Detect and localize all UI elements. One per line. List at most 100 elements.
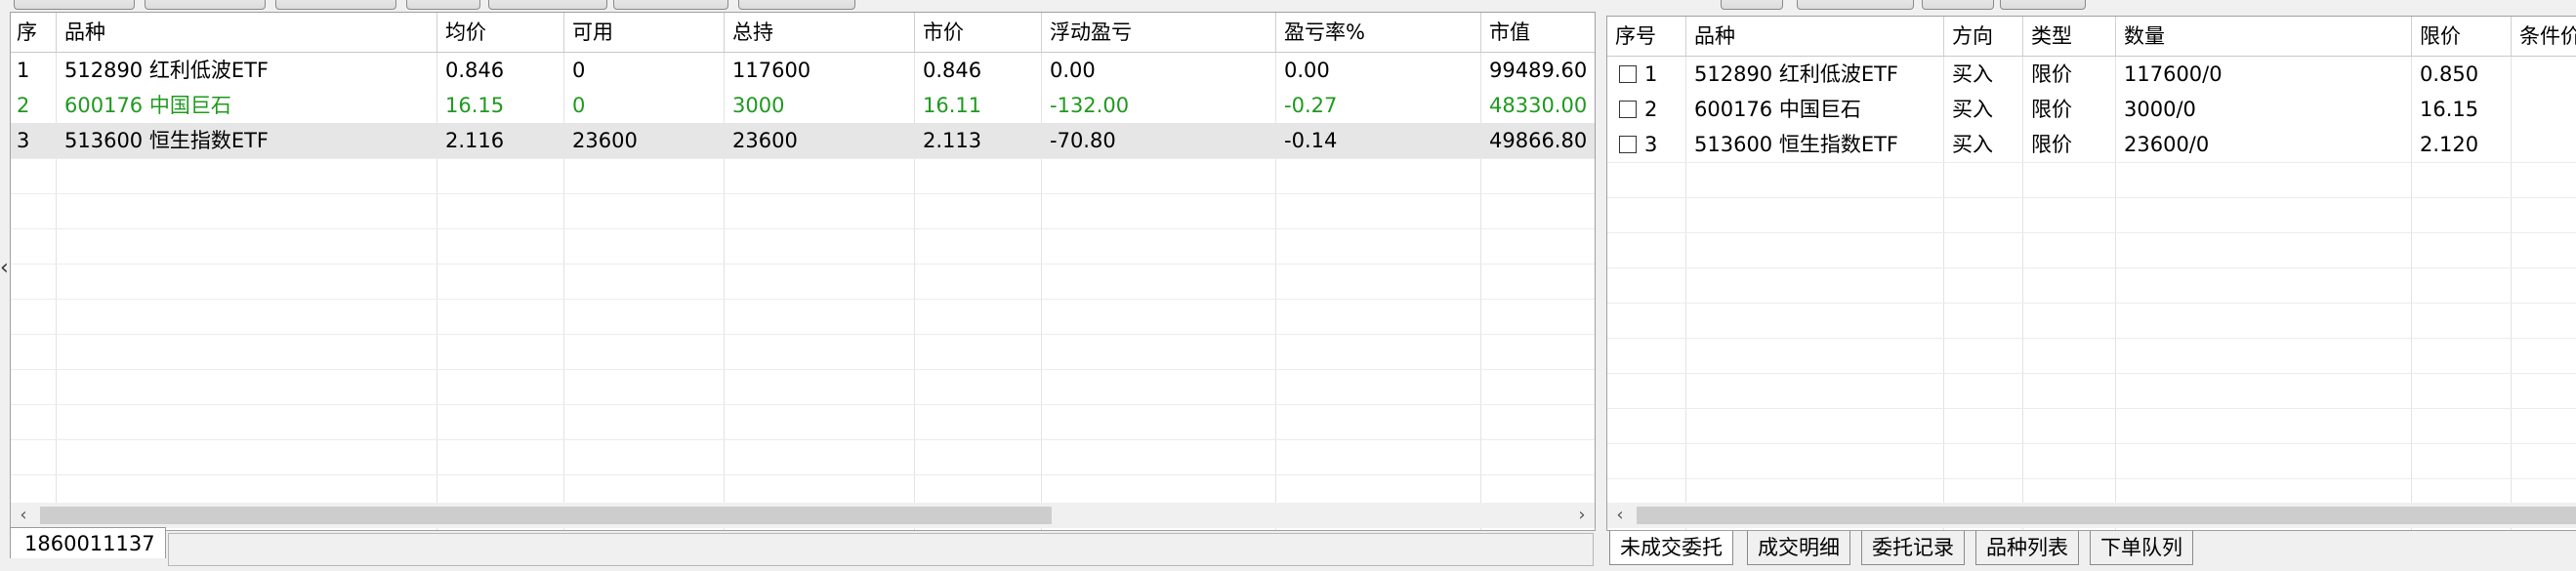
column-header-float-pnl[interactable]: 浮动盈亏 <box>1042 13 1276 52</box>
position-row[interactable]: 1 512890 红利低波ETF 0.846 0 117600 0.846 0.… <box>11 53 1595 88</box>
order-select-checkbox[interactable] <box>1619 65 1637 83</box>
orders-horizontal-scrollbar[interactable]: ‹ <box>1607 503 2576 528</box>
cell-symbol: 513600 恒生指数ETF <box>1694 133 1899 156</box>
cell-market-value: 49866.80 <box>1489 129 1588 152</box>
toolbar-button-7[interactable] <box>738 0 855 10</box>
cell-pnl-rate: -0.27 <box>1284 94 1338 117</box>
cell-direction: 买入 <box>1952 98 1993 121</box>
tab-symbol-list[interactable]: 品种列表 <box>1975 531 2079 565</box>
order-select-checkbox[interactable] <box>1619 101 1637 118</box>
column-header-limit-price[interactable]: 限价 <box>2412 17 2512 56</box>
toolbar-button-3[interactable] <box>275 0 396 10</box>
order-row[interactable]: 3 513600 恒生指数ETF 买入 限价 23600/0 2.120 <box>1607 127 2576 162</box>
cell-available: 0 <box>572 59 586 82</box>
tab-order-queue[interactable]: 下单队列 <box>2090 531 2193 565</box>
account-id-field: 1860011137 <box>10 527 166 558</box>
column-header-market-value[interactable]: 市值 <box>1481 13 1595 52</box>
cell-seq: 3 <box>17 129 30 152</box>
scroll-left-icon[interactable]: ‹ <box>11 503 36 528</box>
orders-toolbar-button-2[interactable] <box>1797 0 1914 10</box>
orders-toolbar-button-4[interactable] <box>2000 0 2086 10</box>
column-header-seq[interactable]: 序号 <box>1607 17 1686 56</box>
position-row[interactable]: 2 600176 中国巨石 16.15 0 3000 16.11 -132.00… <box>11 88 1595 123</box>
cell-quantity: 117600/0 <box>2124 62 2223 86</box>
orders-header: 序号 品种 方向 类型 数量 限价 条件价 <box>1607 17 2576 57</box>
scrollbar-thumb[interactable] <box>1637 507 2576 524</box>
column-header-symbol[interactable]: 品种 <box>1686 17 1944 56</box>
toolbar-button-2[interactable] <box>145 0 266 10</box>
cell-pnl-rate: -0.14 <box>1284 129 1338 152</box>
positions-table: 序 品种 均价 可用 总持 市价 浮动盈亏 盈亏率% 市值 1 512890 红… <box>10 12 1596 531</box>
cell-quantity: 3000/0 <box>2124 98 2196 121</box>
toolbar-button-1[interactable] <box>14 0 135 10</box>
tab-pending-orders[interactable]: 未成交委托 <box>1609 531 1733 565</box>
cell-float-pnl: 0.00 <box>1050 59 1096 82</box>
column-header-direction[interactable]: 方向 <box>1944 17 2023 56</box>
cell-avg-price: 2.116 <box>445 129 505 152</box>
cell-market-value: 48330.00 <box>1489 94 1588 117</box>
cell-condition-price <box>2512 92 2576 127</box>
cell-market-price: 16.11 <box>923 94 982 117</box>
cell-type: 限价 <box>2031 98 2072 121</box>
column-header-seq[interactable]: 序 <box>11 13 57 52</box>
cell-avg-price: 16.15 <box>445 94 505 117</box>
positions-horizontal-scrollbar[interactable]: ‹ › <box>11 503 1595 528</box>
cell-type: 限价 <box>2031 133 2072 156</box>
cell-available: 0 <box>572 94 586 117</box>
cell-symbol: 600176 中国巨石 <box>1694 98 1861 121</box>
cell-float-pnl: -70.80 <box>1050 129 1116 152</box>
cell-symbol: 512890 红利低波ETF <box>1694 62 1899 86</box>
tab-order-history[interactable]: 委托记录 <box>1861 531 1965 565</box>
pending-orders-table: 序号 品种 方向 类型 数量 限价 条件价 1 512890 红利低波ETF 买… <box>1606 16 2576 531</box>
cell-seq: 2 <box>1644 98 1658 121</box>
cell-limit-price: 0.850 <box>2420 62 2479 86</box>
cell-total: 23600 <box>732 129 798 152</box>
cell-market-value: 99489.60 <box>1489 59 1588 82</box>
cell-direction: 买入 <box>1952 62 1993 86</box>
cell-condition-price <box>2512 127 2576 162</box>
scrollbar-thumb[interactable] <box>40 507 1052 524</box>
cell-limit-price: 16.15 <box>2420 98 2479 121</box>
status-bar <box>168 533 1594 566</box>
cell-condition-price <box>2512 57 2576 92</box>
side-collapse-icon[interactable]: ‹ <box>0 256 9 280</box>
cell-quantity: 23600/0 <box>2124 133 2210 156</box>
cell-type: 限价 <box>2031 62 2072 86</box>
column-header-pnl-rate[interactable]: 盈亏率% <box>1276 13 1481 52</box>
column-header-quantity[interactable]: 数量 <box>2116 17 2412 56</box>
cell-symbol: 513600 恒生指数ETF <box>64 129 270 152</box>
scroll-left-icon[interactable]: ‹ <box>1607 503 1633 528</box>
column-header-available[interactable]: 可用 <box>564 13 725 52</box>
column-header-market-price[interactable]: 市价 <box>915 13 1042 52</box>
column-header-type[interactable]: 类型 <box>2023 17 2116 56</box>
order-row[interactable]: 1 512890 红利低波ETF 买入 限价 117600/0 0.850 <box>1607 57 2576 92</box>
scroll-right-icon[interactable]: › <box>1569 503 1595 528</box>
order-row[interactable]: 2 600176 中国巨石 买入 限价 3000/0 16.15 <box>1607 92 2576 127</box>
cell-market-price: 2.113 <box>923 129 982 152</box>
cell-symbol: 600176 中国巨石 <box>64 94 231 117</box>
position-row[interactable]: 3 513600 恒生指数ETF 2.116 23600 23600 2.113… <box>11 123 1595 158</box>
tab-trade-details[interactable]: 成交明细 <box>1747 531 1850 565</box>
cell-seq: 3 <box>1644 133 1658 156</box>
orders-toolbar-button-1[interactable] <box>1721 0 1783 10</box>
cell-total: 3000 <box>732 94 785 117</box>
column-header-avg-price[interactable]: 均价 <box>437 13 564 52</box>
order-select-checkbox[interactable] <box>1619 136 1637 153</box>
cell-seq: 1 <box>1644 62 1658 86</box>
column-header-total[interactable]: 总持 <box>725 13 915 52</box>
column-header-symbol[interactable]: 品种 <box>57 13 437 52</box>
cell-market-price: 0.846 <box>923 59 982 82</box>
cell-float-pnl: -132.00 <box>1050 94 1130 117</box>
cell-total: 117600 <box>732 59 811 82</box>
toolbar-button-6[interactable] <box>613 0 728 10</box>
cell-seq: 2 <box>17 94 30 117</box>
positions-header: 序 品种 均价 可用 总持 市价 浮动盈亏 盈亏率% 市值 <box>11 13 1595 53</box>
column-header-condition-price[interactable]: 条件价 <box>2512 17 2576 56</box>
orders-toolbar-button-3[interactable] <box>1922 0 1994 10</box>
toolbar-button-4[interactable] <box>406 0 480 10</box>
cell-pnl-rate: 0.00 <box>1284 59 1330 82</box>
cell-limit-price: 2.120 <box>2420 133 2479 156</box>
cell-seq: 1 <box>17 59 30 82</box>
cell-avg-price: 0.846 <box>445 59 505 82</box>
toolbar-button-5[interactable] <box>488 0 607 10</box>
